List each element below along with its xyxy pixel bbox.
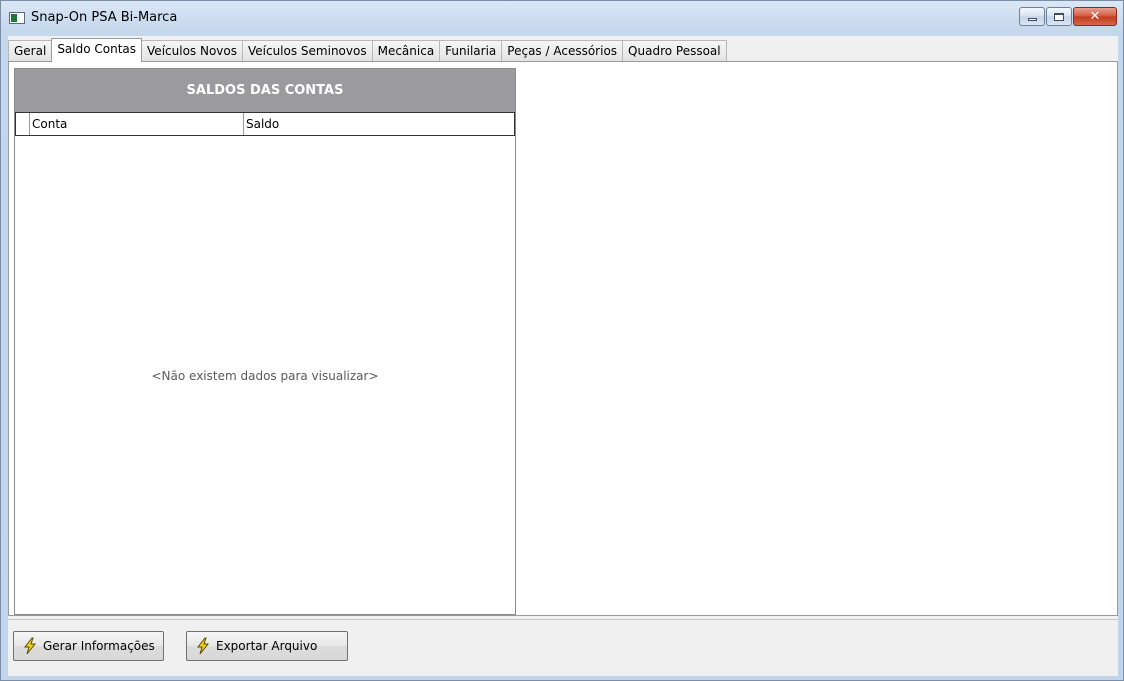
minimize-button[interactable] bbox=[1019, 7, 1045, 26]
tab-pecas-acessorios[interactable]: Peças / Acessórios bbox=[501, 40, 624, 61]
app-icon[interactable] bbox=[9, 12, 25, 24]
exportar-arquivo-button[interactable]: Exportar Arquivo bbox=[186, 631, 348, 661]
bottom-toolbar: Gerar Informações Exportar Arquivo bbox=[8, 619, 1118, 676]
grid-column-header: Conta Saldo bbox=[15, 112, 515, 136]
maximize-icon bbox=[1054, 12, 1064, 21]
tab-veiculos-seminovos[interactable]: Veículos Seminovos bbox=[241, 40, 373, 61]
window-controls: ✕ bbox=[1018, 7, 1117, 27]
tab-funilaria[interactable]: Funilaria bbox=[439, 40, 503, 61]
column-header-conta[interactable]: Conta bbox=[30, 113, 244, 135]
row-indicator-header bbox=[16, 113, 30, 135]
tab-strip: Geral Saldo Contas Veículos Novos Veícul… bbox=[8, 38, 727, 62]
close-icon: ✕ bbox=[1089, 9, 1101, 24]
tab-geral[interactable]: Geral bbox=[8, 40, 53, 61]
title-bar[interactable]: Snap-On PSA Bi-Marca ✕ bbox=[1, 1, 1123, 35]
exportar-arquivo-label: Exportar Arquivo bbox=[216, 639, 318, 653]
tab-veiculos-novos[interactable]: Veículos Novos bbox=[141, 40, 243, 61]
maximize-button[interactable] bbox=[1046, 7, 1072, 26]
tab-mecanica[interactable]: Mecânica bbox=[371, 40, 441, 61]
lightning-icon bbox=[196, 637, 210, 655]
lightning-icon bbox=[23, 637, 37, 655]
tab-saldo-contas[interactable]: Saldo Contas bbox=[51, 38, 143, 62]
close-button[interactable]: ✕ bbox=[1073, 7, 1117, 26]
gerar-informacoes-label: Gerar Informações bbox=[43, 639, 155, 653]
gerar-informacoes-button[interactable]: Gerar Informações bbox=[13, 631, 164, 661]
window-title: Snap-On PSA Bi-Marca bbox=[31, 10, 178, 25]
minimize-icon bbox=[1027, 18, 1037, 21]
app-window: Snap-On PSA Bi-Marca ✕ Geral Saldo Conta… bbox=[0, 0, 1124, 681]
column-header-saldo[interactable]: Saldo bbox=[244, 113, 514, 135]
empty-message: <Não existem dados para visualizar> bbox=[151, 369, 379, 383]
tab-quadro-pessoal[interactable]: Quadro Pessoal bbox=[622, 40, 727, 61]
grid-title: SALDOS DAS CONTAS bbox=[15, 69, 515, 112]
tab-panel-saldo-contas: SALDOS DAS CONTAS Conta Saldo <Não exist… bbox=[8, 61, 1118, 616]
saldos-grid[interactable]: SALDOS DAS CONTAS Conta Saldo <Não exist… bbox=[14, 68, 516, 615]
client-area: Geral Saldo Contas Veículos Novos Veícul… bbox=[8, 36, 1118, 676]
